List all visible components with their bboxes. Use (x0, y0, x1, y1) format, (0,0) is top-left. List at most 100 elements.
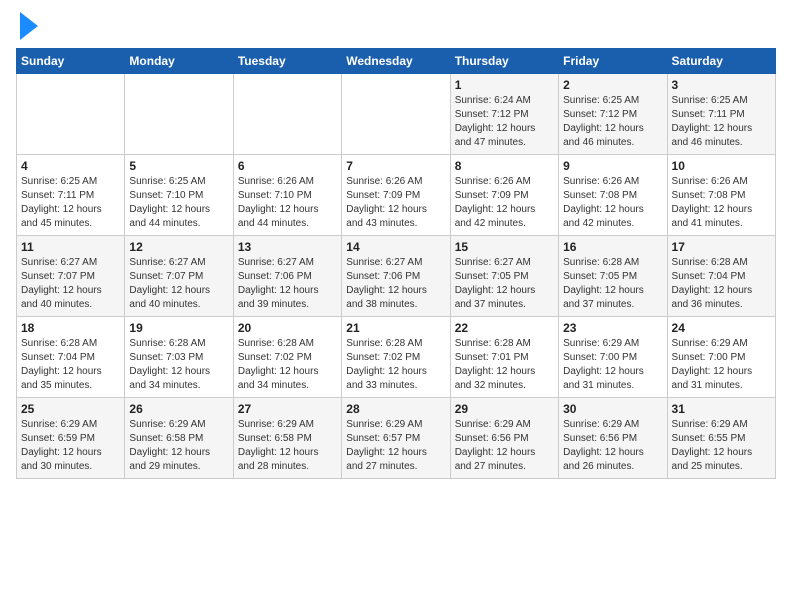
day-info: Sunrise: 6:26 AM Sunset: 7:09 PM Dayligh… (346, 175, 445, 231)
calendar-header: SundayMondayTuesdayWednesdayThursdayFrid… (17, 49, 776, 74)
day-info: Sunrise: 6:28 AM Sunset: 7:02 PM Dayligh… (238, 337, 337, 393)
day-info: Sunrise: 6:29 AM Sunset: 6:56 PM Dayligh… (455, 418, 554, 474)
logo (16, 16, 38, 40)
day-info: Sunrise: 6:28 AM Sunset: 7:04 PM Dayligh… (672, 256, 771, 312)
day-info: Sunrise: 6:26 AM Sunset: 7:10 PM Dayligh… (238, 175, 337, 231)
calendar-cell (233, 74, 341, 155)
weekday-header-tuesday: Tuesday (233, 49, 341, 74)
day-number: 24 (672, 321, 771, 335)
day-number: 20 (238, 321, 337, 335)
day-number: 8 (455, 159, 554, 173)
calendar-cell: 12 Sunrise: 6:27 AM Sunset: 7:07 PM Dayli… (125, 236, 233, 317)
day-number: 17 (672, 240, 771, 254)
calendar-week-3: 11Sunrise: 6:27 AM Sunset: 7:07 PM Dayli… (17, 236, 776, 317)
day-number: 13 (238, 240, 337, 254)
day-number: 19 (129, 321, 228, 335)
calendar-week-4: 18Sunrise: 6:28 AM Sunset: 7:04 PM Dayli… (17, 317, 776, 398)
calendar-cell: 8 Sunrise: 6:26 AM Sunset: 7:09 PM Daylig… (450, 155, 558, 236)
calendar-week-1: 1Sunrise: 6:24 AM Sunset: 7:12 PM Daylig… (17, 74, 776, 155)
day-info: Sunrise: 6:29 AM Sunset: 6:55 PM Dayligh… (672, 418, 771, 474)
calendar-cell: 22Sunrise: 6:28 AM Sunset: 7:01 PM Dayli… (450, 317, 558, 398)
calendar-cell: 21 Sunrise: 6:28 AM Sunset: 7:02 PM Dayli… (342, 317, 450, 398)
weekday-header-friday: Friday (559, 49, 667, 74)
day-info: Sunrise: 6:29 AM Sunset: 6:56 PM Dayligh… (563, 418, 662, 474)
calendar-cell: 10 Sunrise: 6:26 AM Sunset: 7:08 PM Dayli… (667, 155, 775, 236)
calendar-cell: 20 Sunrise: 6:28 AM Sunset: 7:02 PM Dayli… (233, 317, 341, 398)
day-number: 30 (563, 402, 662, 416)
calendar-cell: 7 Sunrise: 6:26 AM Sunset: 7:09 PM Daylig… (342, 155, 450, 236)
calendar-cell: 28 Sunrise: 6:29 AM Sunset: 6:57 PM Dayli… (342, 398, 450, 479)
logo-arrow-icon (20, 12, 38, 40)
day-info: Sunrise: 6:27 AM Sunset: 7:06 PM Dayligh… (238, 256, 337, 312)
day-number: 28 (346, 402, 445, 416)
calendar-cell: 18Sunrise: 6:28 AM Sunset: 7:04 PM Dayli… (17, 317, 125, 398)
day-number: 25 (21, 402, 120, 416)
day-info: Sunrise: 6:27 AM Sunset: 7:07 PM Dayligh… (129, 256, 228, 312)
page-header (16, 16, 776, 40)
day-number: 9 (563, 159, 662, 173)
day-number: 10 (672, 159, 771, 173)
day-info: Sunrise: 6:28 AM Sunset: 7:03 PM Dayligh… (129, 337, 228, 393)
day-number: 3 (672, 78, 771, 92)
calendar-cell: 19 Sunrise: 6:28 AM Sunset: 7:03 PM Dayli… (125, 317, 233, 398)
day-number: 12 (129, 240, 228, 254)
calendar-cell (342, 74, 450, 155)
calendar-cell: 25 Sunrise: 6:29 AM Sunset: 6:59 PM Dayli… (17, 398, 125, 479)
day-number: 21 (346, 321, 445, 335)
calendar-body: 1Sunrise: 6:24 AM Sunset: 7:12 PM Daylig… (17, 74, 776, 479)
calendar-cell: 2Sunrise: 6:25 AM Sunset: 7:12 PM Daylig… (559, 74, 667, 155)
calendar-cell: 9 Sunrise: 6:26 AM Sunset: 7:08 PM Daylig… (559, 155, 667, 236)
day-number: 16 (563, 240, 662, 254)
calendar-cell: 31 Sunrise: 6:29 AM Sunset: 6:55 PM Dayli… (667, 398, 775, 479)
day-number: 7 (346, 159, 445, 173)
day-info: Sunrise: 6:27 AM Sunset: 7:07 PM Dayligh… (21, 256, 120, 312)
calendar-cell: 11Sunrise: 6:27 AM Sunset: 7:07 PM Dayli… (17, 236, 125, 317)
calendar-week-5: 25 Sunrise: 6:29 AM Sunset: 6:59 PM Dayli… (17, 398, 776, 479)
calendar-cell: 3 Sunrise: 6:25 AM Sunset: 7:11 PM Daylig… (667, 74, 775, 155)
day-info: Sunrise: 6:28 AM Sunset: 7:05 PM Dayligh… (563, 256, 662, 312)
calendar-cell: 30 Sunrise: 6:29 AM Sunset: 6:56 PM Dayli… (559, 398, 667, 479)
day-info: Sunrise: 6:27 AM Sunset: 7:06 PM Dayligh… (346, 256, 445, 312)
calendar-cell: 27Sunrise: 6:29 AM Sunset: 6:58 PM Dayli… (233, 398, 341, 479)
calendar-cell: 6 Sunrise: 6:26 AM Sunset: 7:10 PM Daylig… (233, 155, 341, 236)
day-info: Sunrise: 6:28 AM Sunset: 7:02 PM Dayligh… (346, 337, 445, 393)
calendar-cell: 29 Sunrise: 6:29 AM Sunset: 6:56 PM Dayli… (450, 398, 558, 479)
day-info: Sunrise: 6:26 AM Sunset: 7:08 PM Dayligh… (672, 175, 771, 231)
day-number: 22 (455, 321, 554, 335)
calendar-cell: 5Sunrise: 6:25 AM Sunset: 7:10 PM Daylig… (125, 155, 233, 236)
day-info: Sunrise: 6:25 AM Sunset: 7:11 PM Dayligh… (672, 94, 771, 150)
day-number: 2 (563, 78, 662, 92)
weekday-header-saturday: Saturday (667, 49, 775, 74)
day-number: 29 (455, 402, 554, 416)
calendar-cell: 14Sunrise: 6:27 AM Sunset: 7:06 PM Dayli… (342, 236, 450, 317)
day-number: 1 (455, 78, 554, 92)
day-info: Sunrise: 6:29 AM Sunset: 7:00 PM Dayligh… (563, 337, 662, 393)
weekday-header-thursday: Thursday (450, 49, 558, 74)
weekday-header-monday: Monday (125, 49, 233, 74)
calendar-cell (17, 74, 125, 155)
day-info: Sunrise: 6:25 AM Sunset: 7:10 PM Dayligh… (129, 175, 228, 231)
day-info: Sunrise: 6:25 AM Sunset: 7:11 PM Dayligh… (21, 175, 120, 231)
day-info: Sunrise: 6:29 AM Sunset: 6:57 PM Dayligh… (346, 418, 445, 474)
day-number: 4 (21, 159, 120, 173)
day-info: Sunrise: 6:29 AM Sunset: 6:58 PM Dayligh… (238, 418, 337, 474)
day-number: 15 (455, 240, 554, 254)
calendar-cell: 13 Sunrise: 6:27 AM Sunset: 7:06 PM Dayli… (233, 236, 341, 317)
day-info: Sunrise: 6:27 AM Sunset: 7:05 PM Dayligh… (455, 256, 554, 312)
calendar-cell: 4 Sunrise: 6:25 AM Sunset: 7:11 PM Daylig… (17, 155, 125, 236)
calendar-table: SundayMondayTuesdayWednesdayThursdayFrid… (16, 48, 776, 479)
day-info: Sunrise: 6:26 AM Sunset: 7:09 PM Dayligh… (455, 175, 554, 231)
day-info: Sunrise: 6:29 AM Sunset: 6:59 PM Dayligh… (21, 418, 120, 474)
calendar-week-2: 4 Sunrise: 6:25 AM Sunset: 7:11 PM Daylig… (17, 155, 776, 236)
calendar-cell: 1Sunrise: 6:24 AM Sunset: 7:12 PM Daylig… (450, 74, 558, 155)
calendar-cell: 17 Sunrise: 6:28 AM Sunset: 7:04 PM Dayli… (667, 236, 775, 317)
day-info: Sunrise: 6:26 AM Sunset: 7:08 PM Dayligh… (563, 175, 662, 231)
calendar-cell: 26Sunrise: 6:29 AM Sunset: 6:58 PM Dayli… (125, 398, 233, 479)
weekday-header-sunday: Sunday (17, 49, 125, 74)
day-number: 6 (238, 159, 337, 173)
day-info: Sunrise: 6:29 AM Sunset: 7:00 PM Dayligh… (672, 337, 771, 393)
day-number: 23 (563, 321, 662, 335)
day-info: Sunrise: 6:28 AM Sunset: 7:04 PM Dayligh… (21, 337, 120, 393)
day-number: 31 (672, 402, 771, 416)
day-info: Sunrise: 6:29 AM Sunset: 6:58 PM Dayligh… (129, 418, 228, 474)
